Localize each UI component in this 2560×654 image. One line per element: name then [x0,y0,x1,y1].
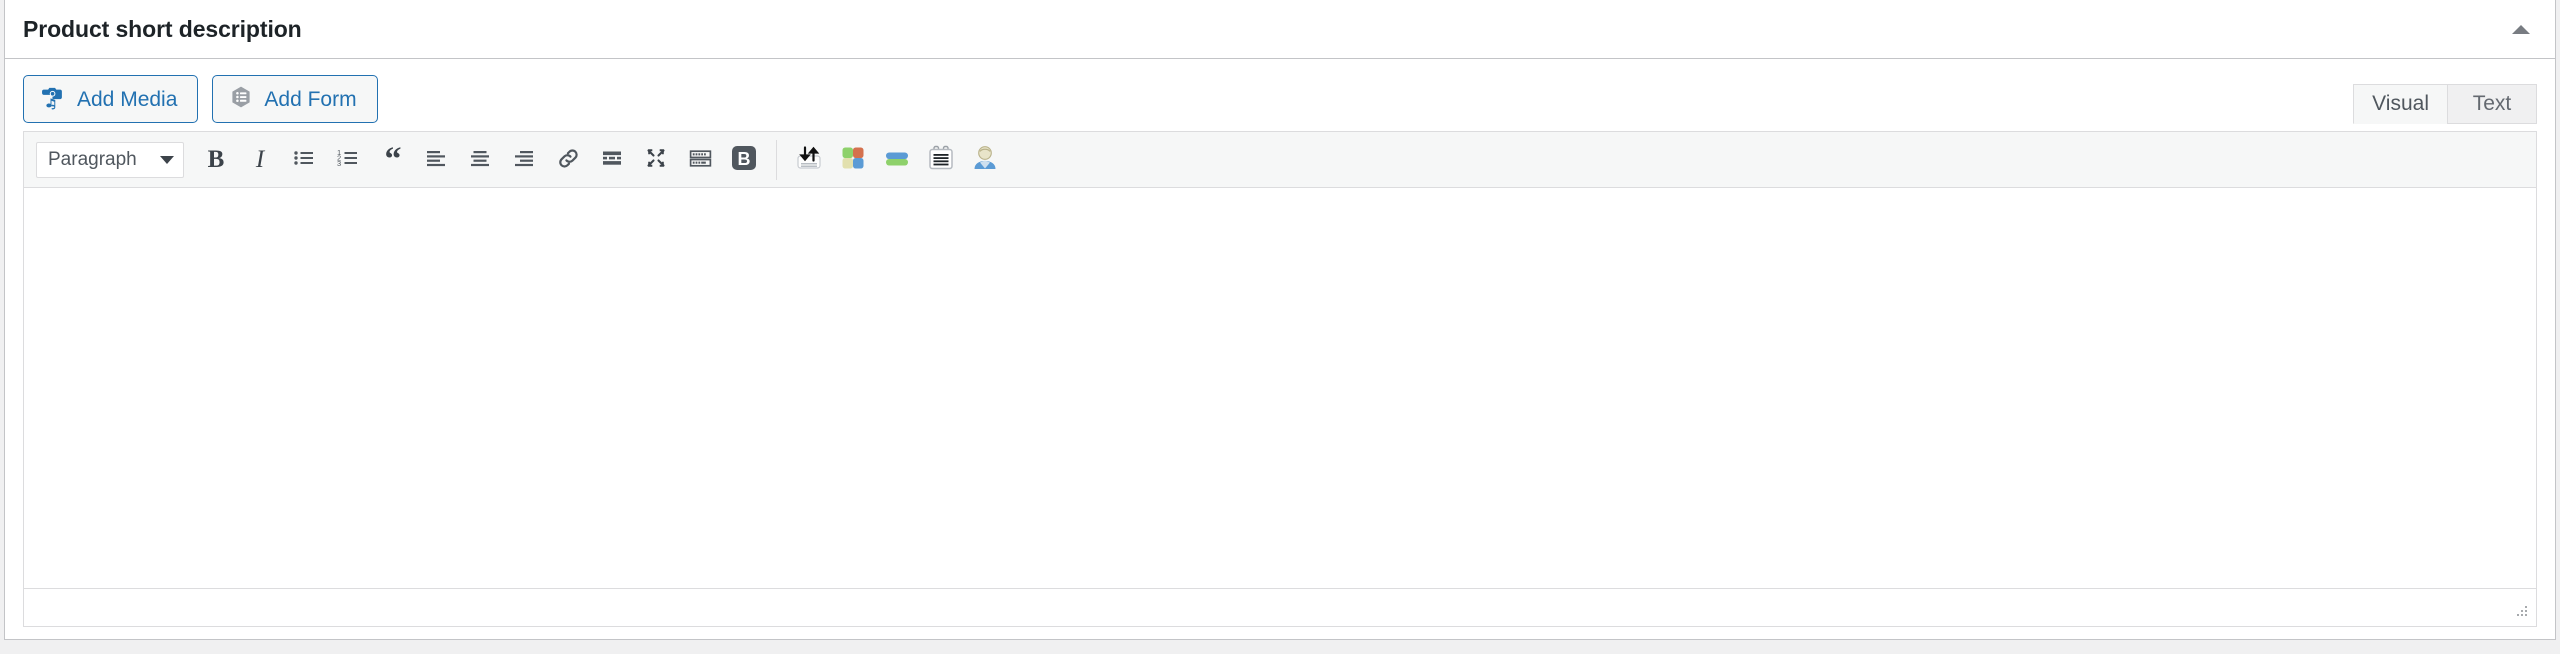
toolbar-toggle-button[interactable] [678,138,722,182]
editor-mode-tabs: Visual Text [2353,84,2537,124]
align-right-icon [512,146,536,173]
panel-header: Product short description [5,0,2555,59]
read-more-button[interactable] [590,138,634,182]
align-center-icon [468,146,492,173]
chevron-up-icon [2512,24,2530,34]
add-form-label: Add Form [264,87,357,111]
forms-hexagon-icon [229,85,253,113]
svg-text:3: 3 [337,159,341,168]
fullscreen-icon [644,146,668,173]
tinymce-editor: Paragraph B I 1 2 3 “ B [23,131,2537,627]
bulleted-list-icon [292,146,316,173]
screen: Product short description Add Media Add … [0,0,2560,654]
color-grid-button[interactable] [831,138,875,182]
bold-icon: B [207,146,225,173]
collapse-panel-button[interactable] [2501,9,2541,49]
page-title: Product short description [23,15,302,42]
add-media-label: Add Media [77,87,178,111]
resize-handle[interactable] [2511,602,2531,622]
avatar-person-button[interactable] [963,138,1007,182]
read-more-icon [600,146,624,173]
italic-icon: I [255,146,265,173]
stacked-bars-icon [883,144,911,175]
brand-block-button[interactable]: B [722,138,766,182]
align-left-button[interactable] [414,138,458,182]
blockquote-icon: “ [384,140,402,178]
lined-card-icon [927,144,955,175]
camera-music-icon [40,84,66,114]
editor-content-area[interactable] [24,188,2536,588]
add-media-button[interactable]: Add Media [23,75,199,123]
stacked-bars-button[interactable] [875,138,919,182]
blockquote-button[interactable]: “ [370,138,414,182]
tab-text[interactable]: Text [2447,84,2537,124]
avatar-person-icon [971,144,999,175]
format-select[interactable]: Paragraph [36,141,184,178]
add-form-button[interactable]: Add Form [212,75,378,123]
sort-arrows-button[interactable] [787,138,831,182]
color-grid-icon [839,144,867,175]
tab-visual-label: Visual [2372,92,2429,115]
editor-toolbar: Paragraph B I 1 2 3 “ B [24,132,2536,188]
bold-button[interactable]: B [194,138,238,182]
italic-button[interactable]: I [238,138,282,182]
format-select-value: Paragraph [48,148,137,170]
numbered-list-icon: 1 2 3 [336,146,360,173]
sort-arrows-icon [795,144,823,175]
editor-status-bar [24,588,2536,626]
link-icon [556,146,581,174]
chevron-down-icon [160,155,174,164]
link-button[interactable] [546,138,590,182]
tab-text-label: Text [2472,92,2512,115]
toolbar-toggle-icon [688,146,713,174]
tab-visual[interactable]: Visual [2353,84,2448,124]
editor-container: Add Media Add Form Visual Text Paragraph… [5,59,2555,627]
numbered-list-button[interactable]: 1 2 3 [326,138,370,182]
svg-text:B: B [738,149,751,169]
align-right-button[interactable] [502,138,546,182]
product-short-description-panel: Product short description Add Media Add … [4,0,2556,640]
fullscreen-button[interactable] [634,138,678,182]
lined-card-button[interactable] [919,138,963,182]
align-center-button[interactable] [458,138,502,182]
bulleted-list-button[interactable] [282,138,326,182]
align-left-icon [424,146,448,173]
media-buttons-row: Add Media Add Form Visual Text [23,75,2537,124]
brand-b-icon: B [729,143,759,176]
toolbar-separator [776,139,777,180]
